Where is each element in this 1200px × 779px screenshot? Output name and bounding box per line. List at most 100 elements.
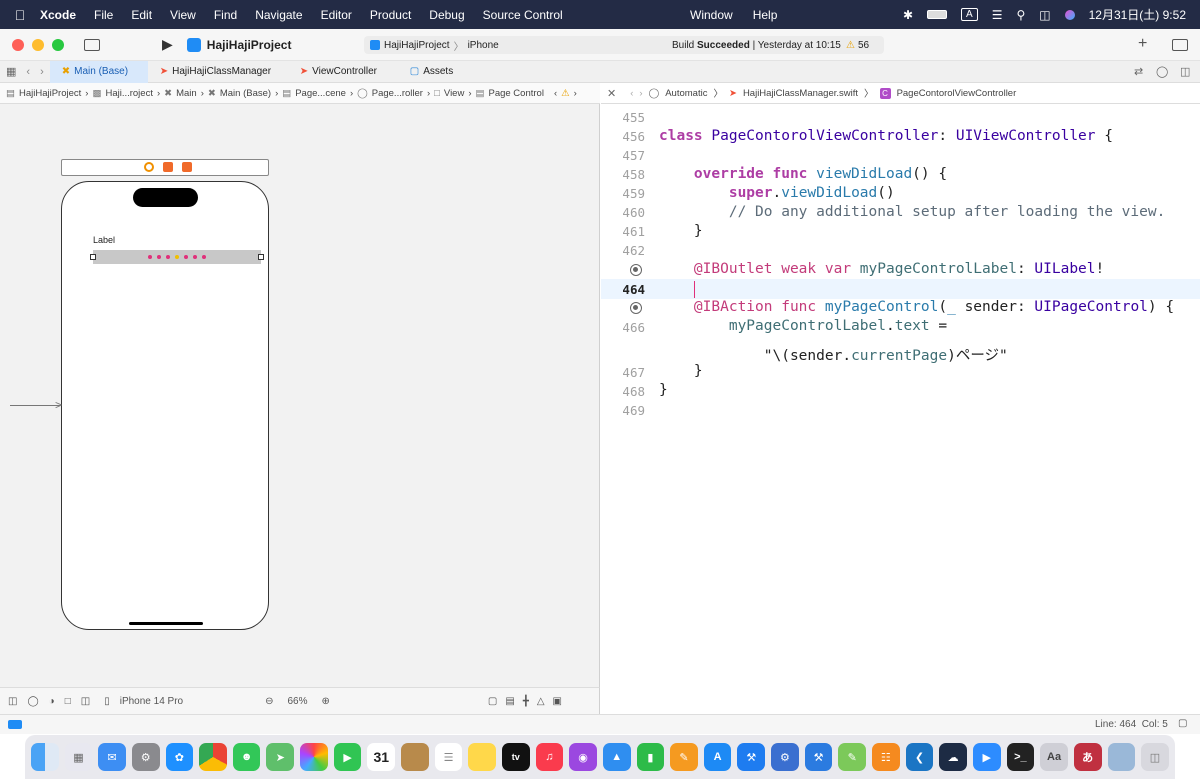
menu-find[interactable]: Find — [214, 8, 237, 22]
code-line-465[interactable]: @IBAction func myPageControl(_ sender: U… — [659, 299, 1174, 315]
code-line-461[interactable]: } — [659, 223, 703, 239]
menu-view[interactable]: View — [170, 8, 196, 22]
code-line-468[interactable]: } — [659, 382, 668, 398]
forward-icon[interactable]: › — [639, 88, 642, 99]
jump-item-class[interactable]: PageContorolViewController — [897, 88, 1017, 99]
refresh-icon[interactable]: ⇄ — [1134, 65, 1143, 78]
app-store-icon[interactable]: A — [703, 743, 732, 771]
outlet-connection-icon[interactable] — [630, 264, 642, 276]
safari-icon[interactable]: ✿ — [165, 743, 194, 771]
warning-icon[interactable]: ⚠ — [846, 40, 855, 51]
apple-icon[interactable]:  — [0, 7, 40, 23]
inspector-area-icon[interactable]: ▢ — [1178, 718, 1187, 729]
code-line-466[interactable]: myPageControlLabel.text = — [659, 318, 947, 334]
phone-icon[interactable]: ▯ — [104, 696, 110, 707]
minimize-window-button[interactable] — [32, 38, 44, 51]
code-line-460[interactable]: // Do any additional setup after loading… — [659, 204, 1166, 220]
calendar-icon[interactable]: 31 — [367, 743, 396, 771]
sidebar-toggle-icon[interactable] — [84, 38, 100, 51]
code-editor[interactable]: 455 456 457 458 459 460 461 462 464 466 … — [601, 104, 1200, 714]
debug-area-toggle[interactable] — [8, 720, 22, 729]
battery-icon[interactable] — [927, 10, 948, 19]
orientation-icon[interactable]: □ — [65, 696, 71, 707]
document-outline-icon[interactable]: ◫ — [8, 696, 17, 707]
exit-icon[interactable] — [182, 162, 192, 172]
siri-icon[interactable] — [1064, 9, 1075, 20]
pages-icon[interactable]: ✎ — [670, 743, 698, 771]
code-line-467[interactable]: } — [659, 363, 703, 379]
maps-icon[interactable]: ➤ — [266, 743, 295, 771]
tab-assets[interactable]: ▢ Assets — [398, 61, 488, 83]
jump-item[interactable]: Page Control — [488, 88, 543, 99]
scheme-selector[interactable]: HajiHajiProject 〉 iPhone Build Succeeded… — [364, 36, 884, 54]
terminal-icon[interactable]: >_ — [1006, 743, 1035, 771]
back-icon[interactable]: ‹ — [26, 66, 30, 78]
scene-dock[interactable] — [61, 159, 269, 176]
xcode-dock-icon[interactable]: ⚒ — [737, 743, 766, 771]
code-line-458[interactable]: override func viewDidLoad() { — [659, 166, 947, 182]
back-icon[interactable]: ‹ — [630, 88, 633, 99]
code-line-456[interactable]: class PageContorolViewController: UIView… — [659, 128, 1113, 144]
inspector-toggle-icon[interactable] — [1172, 39, 1188, 51]
device-name[interactable]: iPhone — [468, 40, 499, 51]
forward-icon[interactable]: › — [40, 66, 44, 78]
messages-icon[interactable]: ☻ — [232, 743, 261, 771]
code-line-459[interactable]: super.viewDidLoad() — [659, 185, 895, 201]
assistant-icon[interactable]: ◯ — [1156, 65, 1168, 78]
jump-item-automatic[interactable]: Automatic — [665, 88, 707, 99]
menu-editor[interactable]: Editor — [321, 8, 352, 22]
bluetooth-icon[interactable]: ✱ — [903, 8, 913, 22]
resolve-issues-icon[interactable]: △ — [537, 696, 545, 707]
spotlight-icon[interactable]: ⚲ — [1016, 8, 1025, 22]
jump-item-file[interactable]: HajiHajiClassManager.swift — [743, 88, 858, 99]
launchpad-icon[interactable]: ▦ — [64, 743, 93, 771]
add-constraints-icon[interactable]: ╋ — [523, 696, 529, 707]
photos-icon[interactable] — [300, 743, 328, 771]
simulator-icon[interactable]: ⚒ — [804, 743, 833, 771]
zoom-out-icon[interactable]: ⊖ — [265, 696, 273, 707]
first-responder-icon[interactable] — [163, 162, 173, 172]
control-center-icon[interactable]: ◫ — [1039, 8, 1050, 22]
input-mode-indicator[interactable]: A — [961, 8, 978, 21]
podcasts-icon[interactable]: ◉ — [569, 743, 597, 771]
code-line-466-wrap[interactable]: "\(sender.currentPage)ページ" — [659, 344, 1008, 365]
jump-item[interactable]: HajiHajiProject — [19, 88, 81, 99]
menu-edit[interactable]: Edit — [131, 8, 152, 22]
menu-navigate[interactable]: Navigate — [255, 8, 302, 22]
device-selector[interactable]: iPhone 14 Pro — [120, 696, 183, 707]
trash-icon[interactable]: ◫ — [1141, 743, 1169, 771]
jump-item[interactable]: Haji...roject — [105, 88, 153, 99]
numbers-icon[interactable]: ▮ — [636, 743, 665, 771]
apple-tv-icon[interactable]: tv — [501, 743, 530, 771]
notes-icon[interactable] — [468, 743, 496, 771]
tab-haji-class-manager[interactable]: ➤ HajiHajiClassManager — [148, 61, 288, 83]
jump-item[interactable]: Page...roller — [372, 88, 423, 99]
vscode-icon[interactable]: ❮ — [905, 743, 934, 771]
add-icon[interactable]: + — [1138, 35, 1147, 53]
docker-icon[interactable]: ☁ — [939, 743, 967, 771]
grid-icon[interactable]: ▦ — [6, 65, 16, 78]
warning-icon[interactable]: ⚠ — [561, 88, 570, 99]
chevron-right-icon[interactable]: › — [574, 88, 577, 99]
jump-item[interactable]: Page...cene — [295, 88, 346, 99]
dark-mode-icon[interactable]: ◑ — [49, 696, 55, 707]
script-editor-icon[interactable]: ✎ — [838, 743, 867, 771]
page-control[interactable] — [90, 250, 264, 264]
iphone-frame[interactable]: Label — [61, 181, 269, 630]
zoom-in-icon[interactable]: ⊕ — [322, 696, 330, 707]
appearance-icon[interactable]: ◯ — [27, 696, 38, 707]
menu-file[interactable]: File — [94, 8, 113, 22]
preview-icon[interactable] — [1107, 743, 1136, 771]
contacts-icon[interactable] — [401, 743, 429, 771]
music-icon[interactable]: ♫ — [535, 743, 564, 771]
resize-handle-right[interactable] — [258, 254, 264, 260]
close-icon[interactable]: ✕ — [607, 87, 616, 100]
menu-app[interactable]: Xcode — [40, 8, 76, 22]
keynote-icon[interactable]: ▲ — [602, 743, 631, 771]
chrome-icon[interactable] — [199, 743, 227, 771]
scheme-name[interactable]: HajiHajiProject — [384, 40, 450, 51]
jump-item[interactable]: View — [444, 88, 464, 99]
font-book-icon[interactable]: Aa — [1040, 743, 1068, 771]
tab-main-base[interactable]: ✖ Main (Base) — [49, 60, 148, 83]
run-button[interactable]: ▶ — [162, 36, 173, 53]
